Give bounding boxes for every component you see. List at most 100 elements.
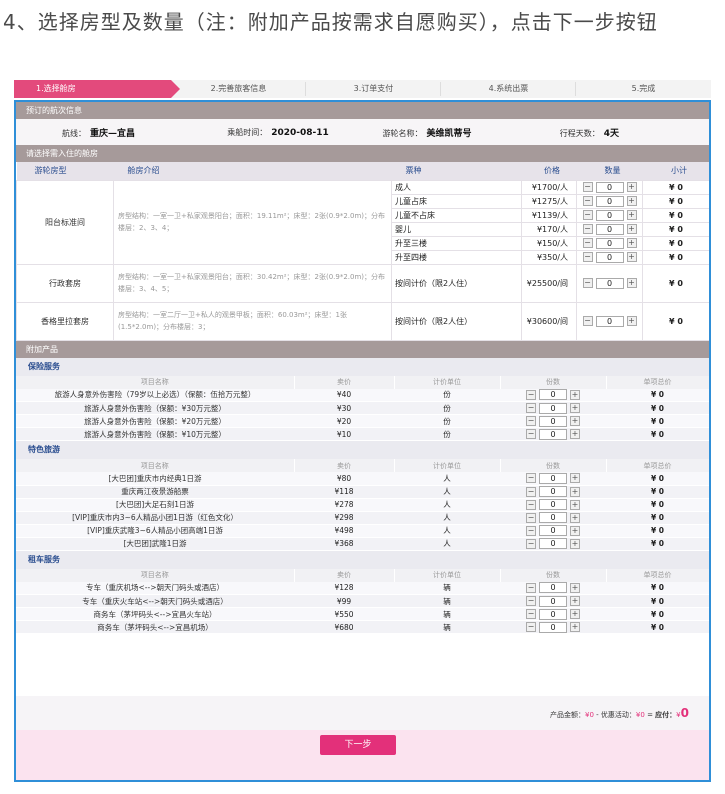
ship-info: 游轮名称： 美维凯蒂号	[377, 126, 532, 139]
minus-button[interactable]: −	[526, 596, 536, 606]
minus-button[interactable]: −	[582, 316, 593, 326]
quantity-input[interactable]: 0	[595, 223, 624, 235]
plus-button[interactable]: +	[626, 182, 637, 192]
ticket-subtotal: ¥ 0	[642, 301, 709, 341]
ticket-qty-cell: −0 +	[576, 235, 643, 251]
ticket-qty-cell: −0 +	[576, 207, 643, 223]
order-summary: 产品金额：¥0 - 优惠活动：¥0 = 应付：¥0 下一步	[16, 696, 709, 780]
quantity-stepper: −0 +	[526, 499, 580, 510]
plus-button[interactable]: +	[570, 525, 580, 536]
plus-button[interactable]: +	[570, 582, 580, 593]
quantity-input[interactable]: 0	[539, 608, 567, 620]
minus-button[interactable]: −	[526, 389, 536, 400]
ticket-price: ¥1700/人	[521, 179, 577, 195]
quantity-stepper: −0 +	[526, 582, 580, 594]
payable-value: 0	[680, 706, 689, 720]
plus-button[interactable]: +	[570, 403, 580, 413]
plus-button[interactable]: +	[626, 252, 637, 262]
minus-button[interactable]: −	[526, 499, 536, 510]
addon-unit: 人	[394, 498, 500, 512]
minus-button[interactable]: −	[526, 473, 536, 484]
minus-button[interactable]: −	[526, 512, 536, 523]
plus-button[interactable]: +	[626, 238, 637, 248]
quantity-input[interactable]: 0	[595, 315, 624, 327]
addon-price: ¥298	[294, 511, 394, 525]
quantity-input[interactable]: 0	[539, 525, 567, 536]
ticket-subtotal: ¥ 0	[642, 207, 709, 223]
quantity-input[interactable]: 0	[595, 181, 624, 193]
addon-category-title: 租车服务	[16, 550, 709, 569]
plus-button[interactable]: +	[626, 196, 637, 206]
minus-button[interactable]: −	[526, 429, 536, 439]
next-step-button[interactable]: 下一步	[320, 735, 396, 755]
minus-button[interactable]: −	[582, 182, 593, 192]
quantity-input[interactable]: 0	[539, 486, 567, 497]
minus-button[interactable]: −	[526, 416, 536, 426]
plus-button[interactable]: +	[626, 278, 637, 288]
minus-button[interactable]: −	[582, 278, 593, 288]
quantity-input[interactable]: 0	[539, 499, 567, 510]
minus-button[interactable]: −	[526, 486, 536, 497]
plus-button[interactable]: +	[570, 429, 580, 439]
addon-price: ¥128	[294, 581, 394, 595]
addon-unit: 份	[394, 427, 500, 441]
quantity-input[interactable]: 0	[539, 538, 567, 549]
quantity-input[interactable]: 0	[539, 389, 567, 401]
quantity-input[interactable]: 0	[595, 237, 624, 249]
ticket-qty-cell: −0 +	[576, 179, 643, 195]
plus-button[interactable]: +	[570, 622, 580, 632]
minus-button[interactable]: −	[526, 538, 536, 549]
plus-button[interactable]: +	[570, 609, 580, 619]
quantity-input[interactable]: 0	[539, 512, 567, 523]
minus-button[interactable]: −	[582, 196, 593, 206]
addon-unit: 辆	[394, 620, 500, 634]
plus-button[interactable]: +	[570, 473, 580, 484]
quantity-input[interactable]: 0	[595, 209, 624, 221]
plus-button[interactable]: +	[570, 512, 580, 523]
quantity-input[interactable]: 0	[595, 251, 624, 263]
voyage-section-title: 预订的航次信息	[16, 102, 709, 119]
minus-button[interactable]: −	[526, 622, 536, 632]
payable-label: 应付：	[655, 711, 677, 719]
quantity-input[interactable]: 0	[595, 277, 624, 289]
minus-button[interactable]: −	[582, 224, 593, 234]
minus-button[interactable]: −	[526, 582, 536, 593]
quantity-input[interactable]: 0	[539, 621, 567, 633]
plus-button[interactable]: +	[570, 389, 580, 400]
addon-price: ¥99	[294, 594, 394, 608]
minus-button[interactable]: −	[526, 525, 536, 536]
minus-button[interactable]: −	[526, 403, 536, 413]
addon-row: 旅游人身意外伤害险（79岁以上必选）（保额：伍拾万元整） ¥40 份 −0 + ¥ 0	[16, 388, 709, 402]
plus-button[interactable]: +	[570, 499, 580, 510]
room-type-name: 行政套房	[16, 263, 114, 303]
quantity-input[interactable]: 0	[539, 415, 567, 427]
amount-label: 产品金额：	[549, 711, 585, 719]
plus-button[interactable]: +	[570, 416, 580, 426]
minus-button[interactable]: −	[582, 238, 593, 248]
plus-button[interactable]: +	[626, 224, 637, 234]
quantity-input[interactable]: 0	[539, 582, 567, 594]
addon-qty-cell: −0 +	[500, 414, 606, 428]
ship-label: 游轮名称：	[382, 128, 423, 138]
addon-price: ¥498	[294, 524, 394, 538]
plus-button[interactable]: +	[570, 538, 580, 549]
room-intro: 房型结构：一室一卫+私家观景阳台；面积：19.11m²；床型：2张(0.9*2.…	[113, 179, 392, 265]
plus-button[interactable]: +	[626, 210, 637, 220]
cabin-ticket-row: 行政套房 房型结构：一室一卫+私家观景阳台；面积：30.42m²；床型：2张(0.…	[16, 263, 709, 303]
quantity-input[interactable]: 0	[539, 428, 567, 440]
plus-button[interactable]: +	[570, 486, 580, 497]
minus-button[interactable]: −	[582, 252, 593, 262]
quantity-input[interactable]: 0	[539, 595, 567, 607]
quantity-input[interactable]: 0	[539, 472, 567, 484]
route-value: 重庆—宜昌	[90, 128, 136, 139]
addon-name: [VIP]重庆市内3~6人精品小团1日游（红色文化）	[16, 511, 294, 525]
minus-button[interactable]: −	[582, 210, 593, 220]
minus-button[interactable]: −	[526, 609, 536, 619]
plus-button[interactable]: +	[626, 316, 637, 326]
ticket-price: ¥350/人	[521, 249, 577, 265]
ticket-price: ¥25500/间	[521, 263, 577, 303]
quantity-input[interactable]: 0	[539, 402, 567, 414]
quantity-input[interactable]: 0	[595, 195, 624, 207]
plus-button[interactable]: +	[570, 596, 580, 606]
addon-unit: 份	[394, 401, 500, 415]
